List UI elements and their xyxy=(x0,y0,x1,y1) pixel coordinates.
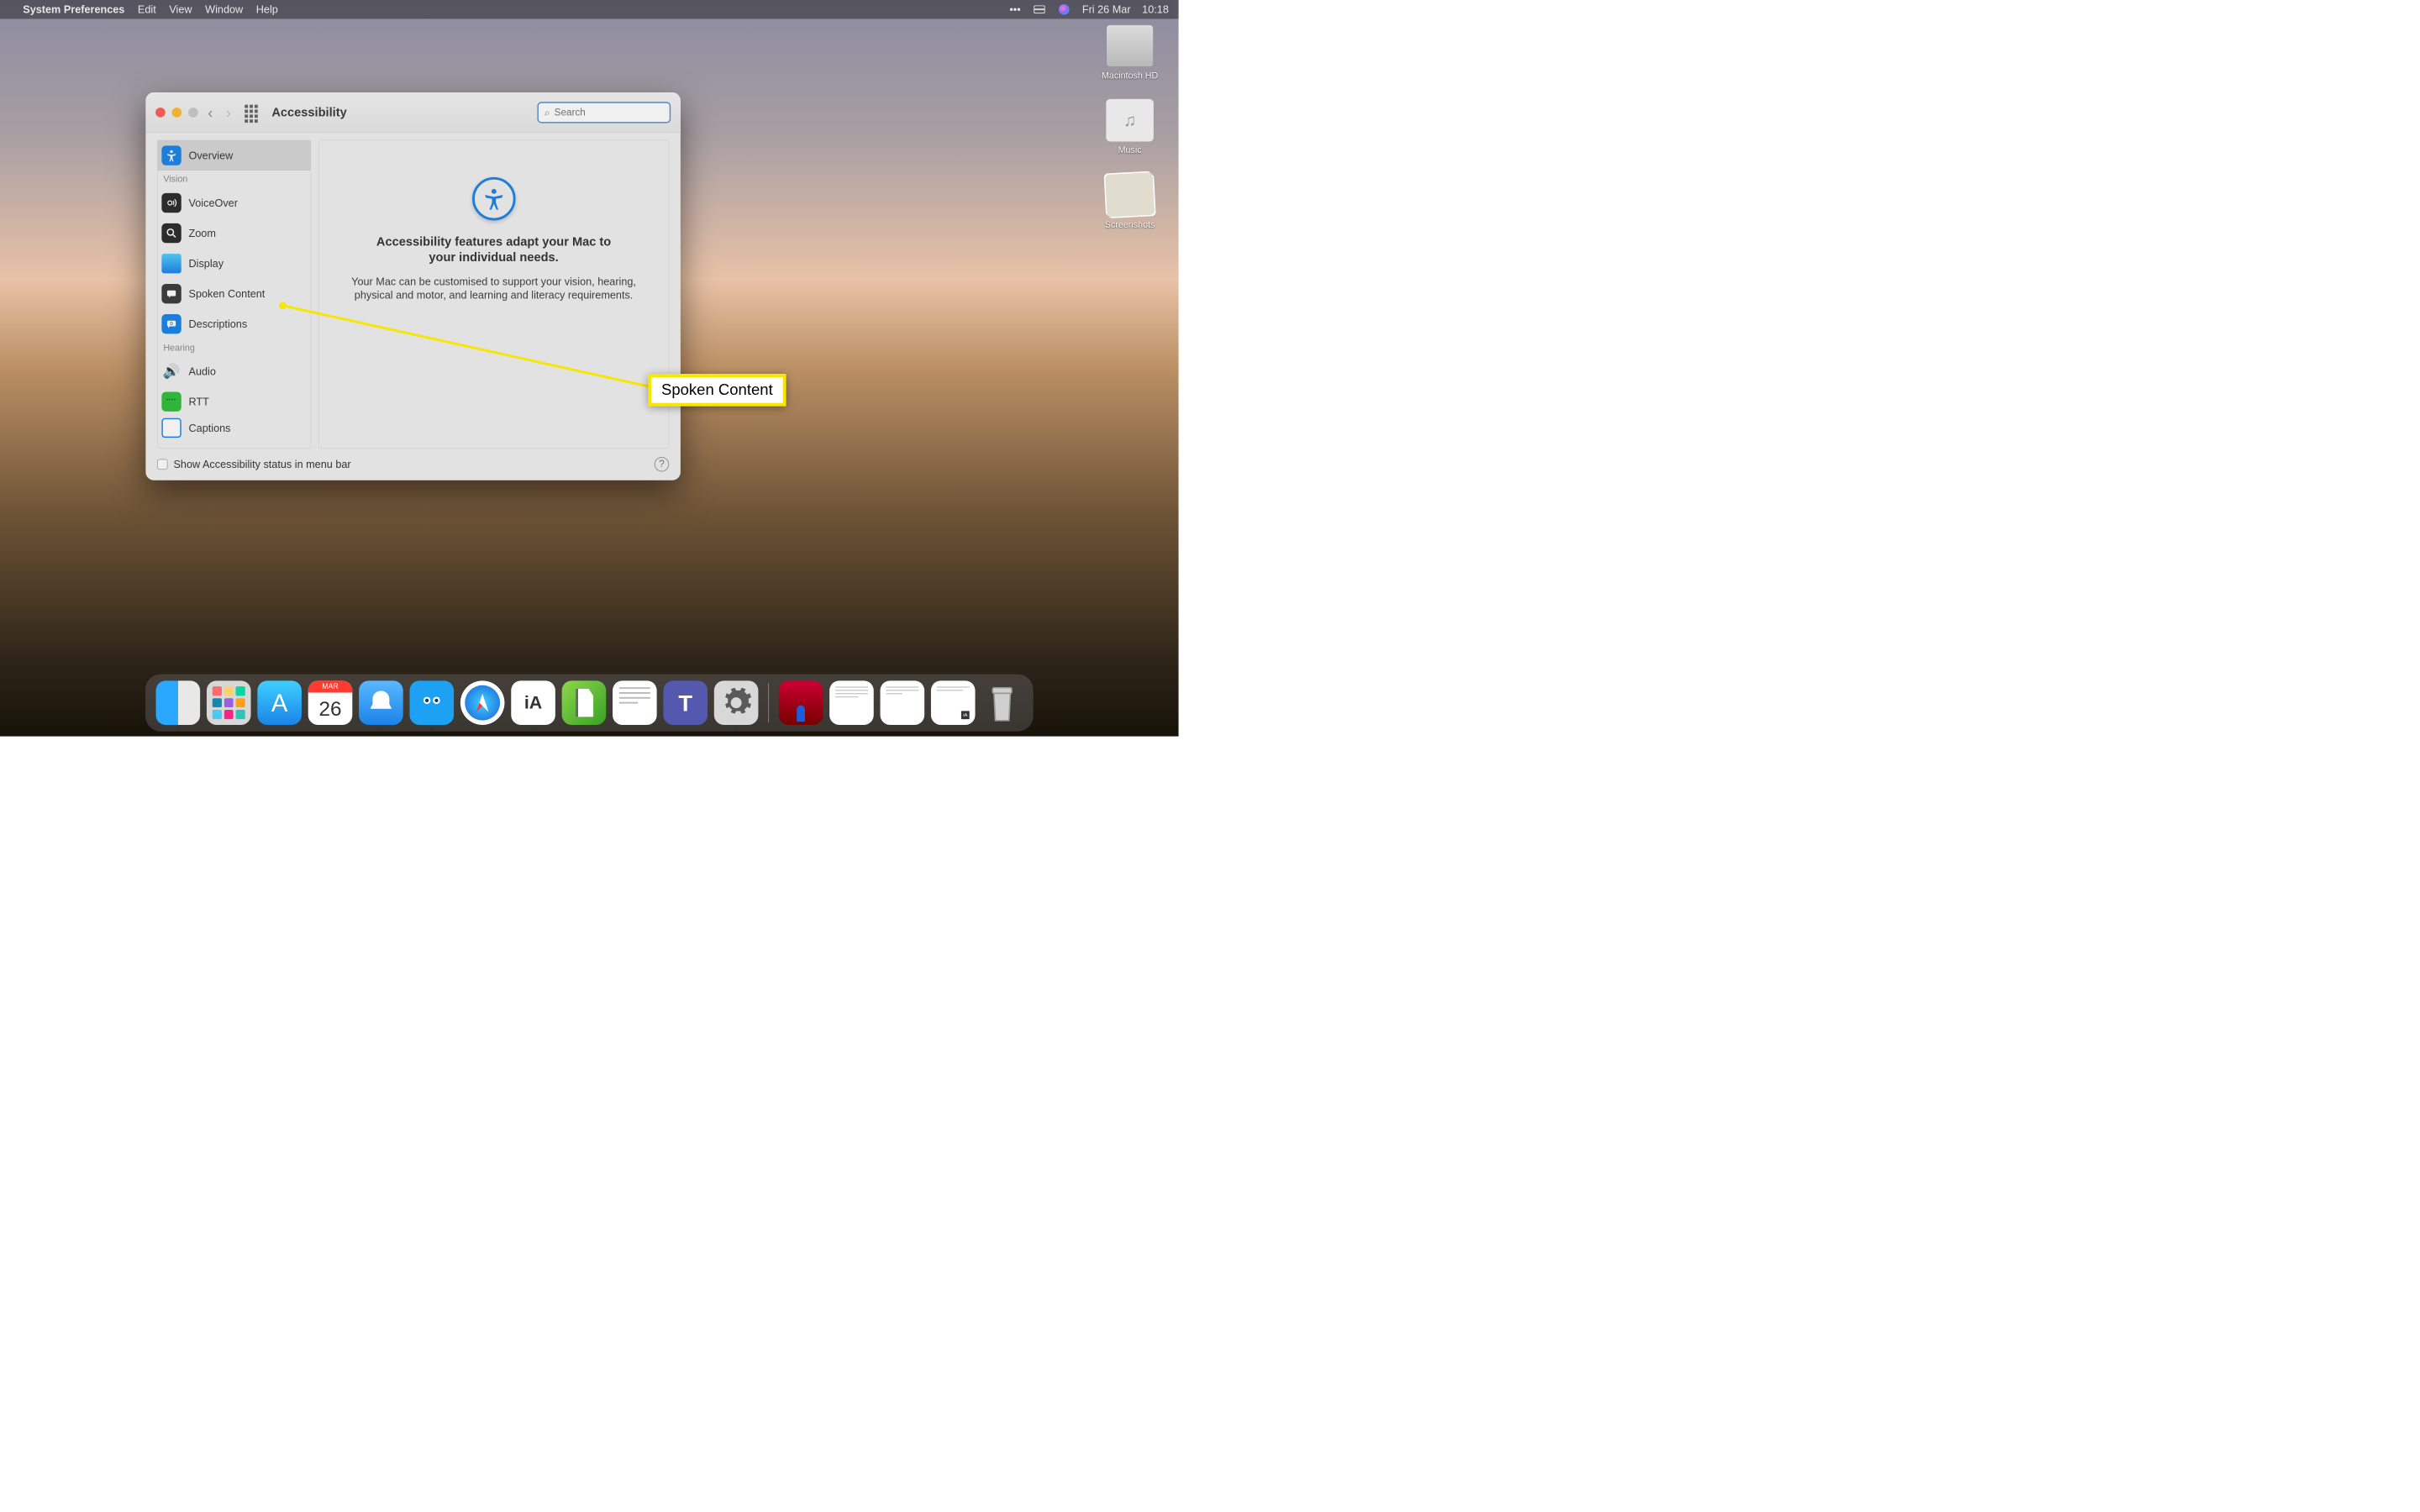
dock[interactable]: A MAR26 iA T iA xyxy=(145,675,1034,732)
accessibility-content-pane: Accessibility features adapt your Mac to… xyxy=(318,140,669,449)
annotation-anchor-dot xyxy=(279,302,287,309)
display-icon xyxy=(161,254,181,273)
folder-icon: ♫ xyxy=(1106,99,1153,142)
sidebar-item-label: Descriptions xyxy=(189,318,248,330)
sidebar-category-vision: Vision xyxy=(157,171,310,187)
menu-help[interactable]: Help xyxy=(256,3,278,16)
disk-icon xyxy=(1106,24,1153,67)
desktop-background: System Preferences Edit View Window Help… xyxy=(0,0,1179,737)
annotation-label: Spoken Content xyxy=(661,381,773,398)
show-status-checkbox[interactable] xyxy=(157,459,168,470)
sidebar-item-label: Overview xyxy=(189,150,234,162)
sidebar-item-voiceover[interactable]: VoiceOver xyxy=(157,188,310,218)
help-button[interactable]: ? xyxy=(655,457,670,472)
dock-app-calibre[interactable] xyxy=(562,680,607,725)
desktop-icon-label: Macintosh HD xyxy=(1102,71,1158,81)
desktop-icon-label: Screenshots xyxy=(1105,219,1155,230)
dock-app-mail[interactable] xyxy=(359,680,403,725)
dock-separator xyxy=(768,683,769,722)
dock-app-textedit[interactable] xyxy=(613,680,657,725)
dock-app-calendar[interactable]: MAR26 xyxy=(308,680,353,725)
sidebar-item-captions[interactable]: Captions xyxy=(157,417,310,438)
zoom-icon xyxy=(161,223,181,243)
window-footer: Show Accessibility status in menu bar ? xyxy=(145,449,681,480)
dock-item-doc3[interactable]: iA xyxy=(931,680,976,725)
dock-item-doc1[interactable] xyxy=(829,680,874,725)
menu-edit[interactable]: Edit xyxy=(138,3,156,16)
sidebar-item-label: Captions xyxy=(189,422,231,434)
menu-window[interactable]: Window xyxy=(205,3,243,16)
control-center-icon[interactable] xyxy=(1033,4,1046,14)
content-description: Your Mac can be customised to support yo… xyxy=(346,275,641,302)
annotation-callout: Spoken Content xyxy=(648,374,786,406)
accessibility-large-icon xyxy=(472,177,516,221)
dock-item-doc2[interactable] xyxy=(881,680,925,725)
forward-button[interactable]: › xyxy=(223,103,234,120)
sidebar-item-audio[interactable]: 🔊 Audio xyxy=(157,356,310,386)
siri-icon[interactable] xyxy=(1058,4,1071,14)
window-minimize-button[interactable] xyxy=(172,108,182,118)
window-close-button[interactable] xyxy=(155,108,166,118)
menu-app-name[interactable]: System Preferences xyxy=(23,3,124,16)
folder-icon xyxy=(1105,172,1155,218)
menu-view[interactable]: View xyxy=(169,3,192,16)
window-zoom-button[interactable] xyxy=(188,108,198,118)
dock-app-appstore[interactable]: A xyxy=(257,680,302,725)
search-icon: ⌕ xyxy=(544,106,550,119)
search-field[interactable]: ⌕ xyxy=(537,102,671,123)
menubar: System Preferences Edit View Window Help… xyxy=(0,0,1179,18)
show-all-button[interactable] xyxy=(245,104,260,120)
captions-icon xyxy=(161,418,181,438)
sidebar-item-overview[interactable]: Overview xyxy=(157,140,310,171)
menubar-time[interactable]: 10:18 xyxy=(1142,3,1169,16)
sidebar-item-label: RTT xyxy=(189,396,209,408)
dock-app-teams[interactable]: T xyxy=(663,680,708,725)
dock-app-tweetbot[interactable] xyxy=(409,680,454,725)
spoken-content-icon xyxy=(161,284,181,303)
sidebar-item-display[interactable]: Display xyxy=(157,249,310,279)
content-headline: Accessibility features adapt your Mac to… xyxy=(363,234,625,265)
sidebar-item-spoken-content[interactable]: Spoken Content xyxy=(157,279,310,309)
desktop-icon-label: Music xyxy=(1118,144,1142,155)
desktop-icon-music[interactable]: ♫ Music xyxy=(1106,99,1153,155)
accessibility-sidebar[interactable]: Overview Vision VoiceOver Zoom Display xyxy=(157,140,311,449)
show-status-label: Show Accessibility status in menu bar xyxy=(173,458,350,470)
sidebar-category-hearing: Hearing xyxy=(157,339,310,356)
search-input[interactable] xyxy=(555,107,664,118)
dock-app-iawriter[interactable]: iA xyxy=(511,680,555,725)
dock-app-launchpad[interactable] xyxy=(207,680,251,725)
menu-extra-dots-icon[interactable]: ••• xyxy=(1008,4,1022,14)
dock-app-safari[interactable] xyxy=(460,680,505,725)
sidebar-item-label: Display xyxy=(189,257,224,270)
desktop-icon-screenshots[interactable]: Screenshots xyxy=(1105,173,1155,229)
accessibility-icon xyxy=(161,145,181,165)
sidebar-item-label: Audio xyxy=(189,365,216,378)
sidebar-item-label: Spoken Content xyxy=(189,287,266,300)
desktop-icon-macintosh-hd[interactable]: Macintosh HD xyxy=(1102,24,1158,81)
audio-icon: 🔊 xyxy=(161,362,181,381)
system-preferences-window: ‹ › Accessibility ⌕ Overview Vision Voic… xyxy=(145,92,681,480)
sidebar-item-label: VoiceOver xyxy=(189,197,238,209)
sidebar-item-descriptions[interactable]: D Descriptions xyxy=(157,309,310,339)
voiceover-icon xyxy=(161,193,181,213)
menubar-date[interactable]: Fri 26 Mar xyxy=(1082,3,1131,16)
sidebar-item-label: Zoom xyxy=(189,227,216,239)
sidebar-item-rtt[interactable]: RTT xyxy=(157,386,310,417)
sidebar-item-zoom[interactable]: Zoom xyxy=(157,218,310,249)
rtt-icon xyxy=(161,392,181,412)
window-titlebar[interactable]: ‹ › Accessibility ⌕ xyxy=(145,92,681,133)
back-button[interactable]: ‹ xyxy=(205,103,217,120)
dock-item-sim[interactable] xyxy=(779,680,823,725)
svg-text:D: D xyxy=(170,322,173,327)
dock-trash[interactable] xyxy=(981,680,1023,726)
window-title: Accessibility xyxy=(271,105,346,119)
dock-app-finder[interactable] xyxy=(156,680,201,725)
descriptions-icon: D xyxy=(161,314,181,333)
dock-app-systemprefs[interactable] xyxy=(714,680,759,725)
